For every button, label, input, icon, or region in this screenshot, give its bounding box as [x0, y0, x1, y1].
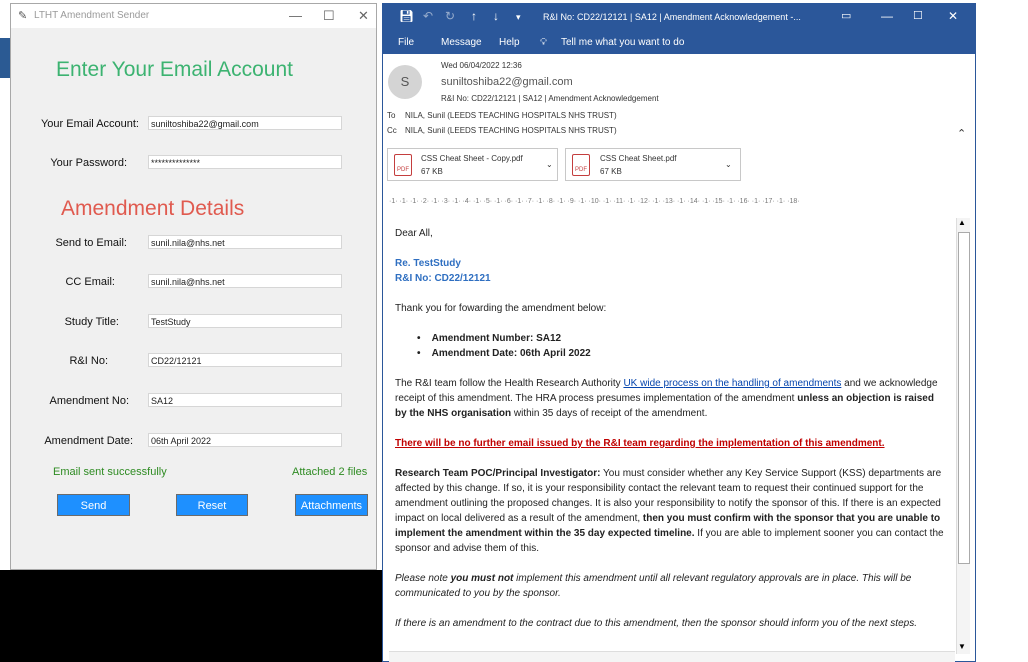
attachment-size: 67 KB — [421, 167, 443, 176]
send-button[interactable]: Send — [57, 494, 130, 516]
study-title-label: Study Title: — [64, 316, 119, 328]
close-icon[interactable]: ✕ — [358, 8, 369, 24]
scroll-thumb[interactable] — [958, 232, 970, 564]
desktop-background-dark — [0, 570, 382, 662]
close-icon[interactable]: ✕ — [948, 9, 958, 23]
cc-recipient[interactable]: NILA, Sunil (LEEDS TEACHING HOSPITALS NH… — [405, 126, 617, 135]
amendment-no-field[interactable]: SA12 — [148, 393, 342, 407]
study-title-field[interactable]: TestStudy — [148, 314, 342, 328]
to-recipient[interactable]: NILA, Sunil (LEEDS TEACHING HOSPITALS NH… — [405, 111, 617, 120]
ruler: ·1· ·1· ·1· ·2· ·1· ·3· ·1· ·4· ·1· ·5· … — [389, 198, 800, 205]
email-field[interactable]: suniltoshiba22@gmail.com — [148, 116, 342, 130]
message-body: Dear All, Re. TestStudy R&I No: CD22/121… — [395, 226, 947, 631]
menu-file[interactable]: File — [398, 37, 414, 48]
scroll-up-icon[interactable]: ▲ — [958, 218, 966, 227]
customize-quick-access-icon[interactable]: ▾ — [516, 12, 521, 23]
attachments-button[interactable]: Attachments — [295, 494, 368, 516]
avatar[interactable]: S — [388, 65, 422, 99]
message-date: Wed 06/04/2022 12:36 — [441, 61, 522, 70]
menu-help[interactable]: Help — [499, 37, 520, 48]
cc-label: Cc — [387, 126, 397, 135]
redo-icon[interactable]: ↻ — [445, 9, 455, 23]
chevron-down-icon[interactable]: ⌄ — [546, 160, 553, 169]
chevron-down-icon[interactable]: ⌄ — [725, 160, 732, 169]
to-label: To — [387, 111, 396, 120]
attachment-name: CSS Cheat Sheet.pdf — [600, 154, 677, 163]
list-item: • Amendment Number: SA12 — [417, 333, 562, 344]
outlook-title-bar: 💾︎ ↶ ↻ ↑ ↓ ▾ R&I No: CD22/12121 | SA12 |… — [383, 4, 975, 54]
menu-message[interactable]: Message — [441, 37, 482, 48]
pdf-icon: PDF — [394, 154, 412, 176]
send-to-field[interactable]: sunil.nila@nhs.net — [148, 235, 342, 249]
amendment-section-heading: Amendment Details — [61, 197, 245, 220]
vertical-scrollbar[interactable]: ▲ ▼ — [956, 218, 970, 654]
save-icon[interactable]: 💾︎ — [399, 9, 414, 23]
cc-label: CC Email: — [65, 276, 115, 288]
amendment-sender-window: ✎ LTHT Amendment Sender — ☐ ✕ Enter Your… — [10, 3, 377, 570]
lightbulb-icon: 💡︎ — [540, 37, 547, 48]
send-to-label: Send to Email: — [55, 237, 127, 249]
thanks-text: Thank you for fowarding the amendment be… — [395, 303, 607, 314]
down-arrow-icon[interactable]: ↓ — [493, 9, 499, 23]
email-section-heading: Enter Your Email Account — [56, 58, 293, 81]
email-status-text: Email sent successfully — [53, 466, 167, 478]
amendment-no-label: Amendment No: — [49, 395, 129, 407]
desktop-background — [0, 38, 10, 78]
horizontal-scrollbar[interactable] — [389, 651, 955, 662]
maximize-icon[interactable]: ☐ — [323, 8, 335, 24]
attachment-status-text: Attached 2 files — [292, 466, 368, 478]
cc-field[interactable]: sunil.nila@nhs.net — [148, 274, 342, 288]
outlook-message-window: 💾︎ ↶ ↻ ↑ ↓ ▾ R&I No: CD22/12121 | SA12 |… — [382, 3, 976, 662]
research-team-paragraph: Research Team POC/Principal Investigator… — [395, 468, 944, 554]
attachment-item[interactable]: PDF CSS Cheat Sheet.pdf 67 KB ⌄ — [565, 148, 741, 181]
amendment-date-label: Amendment Date: — [44, 435, 133, 447]
password-field[interactable]: ************** — [148, 155, 342, 169]
password-label: Your Password: — [50, 157, 127, 169]
attachment-name: CSS Cheat Sheet - Copy.pdf — [421, 154, 523, 163]
attachment-item[interactable]: PDF CSS Cheat Sheet - Copy.pdf 67 KB ⌄ — [387, 148, 558, 181]
warning-text: There will be no further email issued by… — [395, 438, 885, 449]
hra-paragraph: The R&I team follow the Health Research … — [395, 378, 938, 419]
attachment-size: 67 KB — [600, 167, 622, 176]
rni-field[interactable]: CD22/12121 — [148, 353, 342, 367]
tell-me-search[interactable]: Tell me what you want to do — [561, 37, 684, 48]
message-subject: R&I No: CD22/12121 | SA12 | Amendment Ac… — [441, 94, 659, 103]
rni-label: R&I No: — [69, 355, 108, 367]
re-study: Re. TestStudy — [395, 258, 461, 269]
undo-icon[interactable]: ↶ — [423, 9, 433, 23]
outlook-window-title: R&I No: CD22/12121 | SA12 | Amendment Ac… — [543, 12, 801, 22]
maximize-icon[interactable]: ☐ — [913, 9, 923, 22]
up-arrow-icon[interactable]: ↑ — [471, 9, 477, 23]
note-paragraph: Please note you must not implement this … — [395, 573, 912, 599]
greeting: Dear All, — [395, 228, 433, 239]
minimize-icon[interactable]: — — [881, 9, 893, 23]
pdf-icon: PDF — [572, 154, 590, 176]
message-header: S Wed 06/04/2022 12:36 suniltoshiba22@gm… — [383, 54, 975, 144]
window-title: LTHT Amendment Sender — [34, 10, 150, 21]
sender-address[interactable]: suniltoshiba22@gmail.com — [441, 76, 573, 88]
list-item: • Amendment Date: 06th April 2022 — [417, 348, 591, 359]
contract-paragraph: If there is an amendment to the contract… — [395, 618, 917, 629]
email-label: Your Email Account: — [40, 118, 139, 130]
collapse-header-icon[interactable]: ⌃ — [957, 127, 966, 140]
amendment-date-field[interactable]: 06th April 2022 — [148, 433, 342, 447]
ribbon-display-icon[interactable]: ▭ — [841, 9, 851, 22]
re-rni: R&I No: CD22/12121 — [395, 273, 491, 284]
feather-icon: ✎ — [18, 10, 28, 22]
hra-process-link[interactable]: UK wide process on the handling of amend… — [623, 378, 841, 389]
scroll-down-icon[interactable]: ▼ — [958, 642, 966, 651]
reset-button[interactable]: Reset — [176, 494, 248, 516]
title-bar[interactable]: ✎ LTHT Amendment Sender — ☐ ✕ — [11, 4, 376, 28]
minimize-icon[interactable]: — — [289, 8, 302, 23]
